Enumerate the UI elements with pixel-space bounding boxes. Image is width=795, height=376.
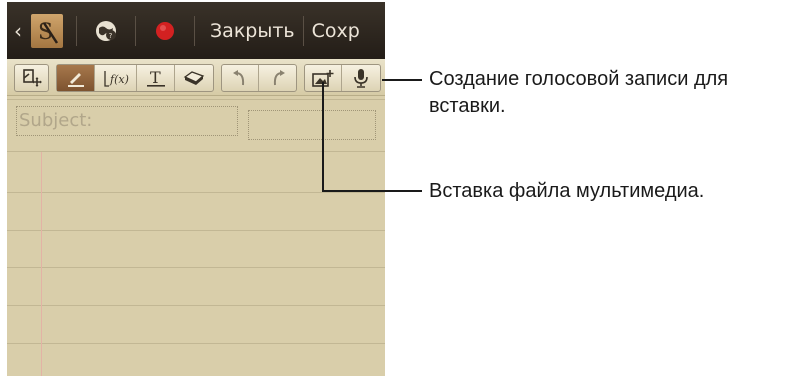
back-chevron-icon[interactable]: ‹: [7, 2, 29, 59]
page-rule: [7, 230, 385, 231]
text-icon[interactable]: T: [137, 65, 175, 91]
svg-text:?: ?: [109, 32, 113, 40]
template-group: [14, 64, 49, 92]
date-field[interactable]: [248, 110, 376, 140]
voice-record-icon[interactable]: [342, 65, 379, 91]
callout-media-text: Вставка файла мультимедиа.: [429, 180, 705, 202]
svg-text:f(x): f(x): [109, 73, 129, 86]
margin-line: [41, 152, 42, 376]
callout-leader-media-horizontal: [322, 190, 422, 192]
record-icon[interactable]: [149, 11, 181, 51]
eraser-icon[interactable]: [175, 65, 213, 91]
callout-leader-voice: [382, 79, 422, 81]
action-bar: ‹ S ? Закрыть Сохр: [7, 2, 385, 59]
pen-icon[interactable]: [57, 65, 95, 91]
callout-leader-media-vertical: [322, 82, 324, 192]
page-rule: [7, 343, 385, 344]
redo-icon[interactable]: [259, 65, 296, 91]
divider: [302, 15, 304, 46]
page-rule: [7, 99, 385, 100]
divider: [135, 15, 136, 46]
divider: [76, 15, 77, 46]
divider: [194, 15, 195, 46]
drawing-tools-group: f(x) T: [56, 64, 214, 92]
close-button[interactable]: Закрыть: [208, 2, 297, 59]
callout-voice-text: Создание голосовой записи для вставки.: [429, 68, 729, 117]
page-rule: [7, 192, 385, 193]
s-note-icon[interactable]: S: [31, 13, 63, 48]
formula-icon[interactable]: f(x): [95, 65, 137, 91]
template-move-icon[interactable]: [15, 65, 48, 91]
page-rule: [7, 151, 385, 152]
history-group: [221, 64, 297, 92]
insert-group: [304, 64, 381, 92]
pen-toolbar: f(x) T: [7, 59, 385, 96]
note-canvas[interactable]: Subject:: [7, 96, 385, 376]
subject-input[interactable]: Subject:: [16, 106, 238, 136]
svg-text:T: T: [150, 68, 161, 87]
save-button[interactable]: Сохр: [310, 2, 362, 59]
page-rule: [7, 267, 385, 268]
device-screen: ‹ S ? Закрыть Сохр f(x) T Subject:: [7, 2, 385, 376]
page-rule: [7, 305, 385, 306]
location-globe-icon[interactable]: ?: [90, 11, 122, 51]
undo-icon[interactable]: [222, 65, 259, 91]
